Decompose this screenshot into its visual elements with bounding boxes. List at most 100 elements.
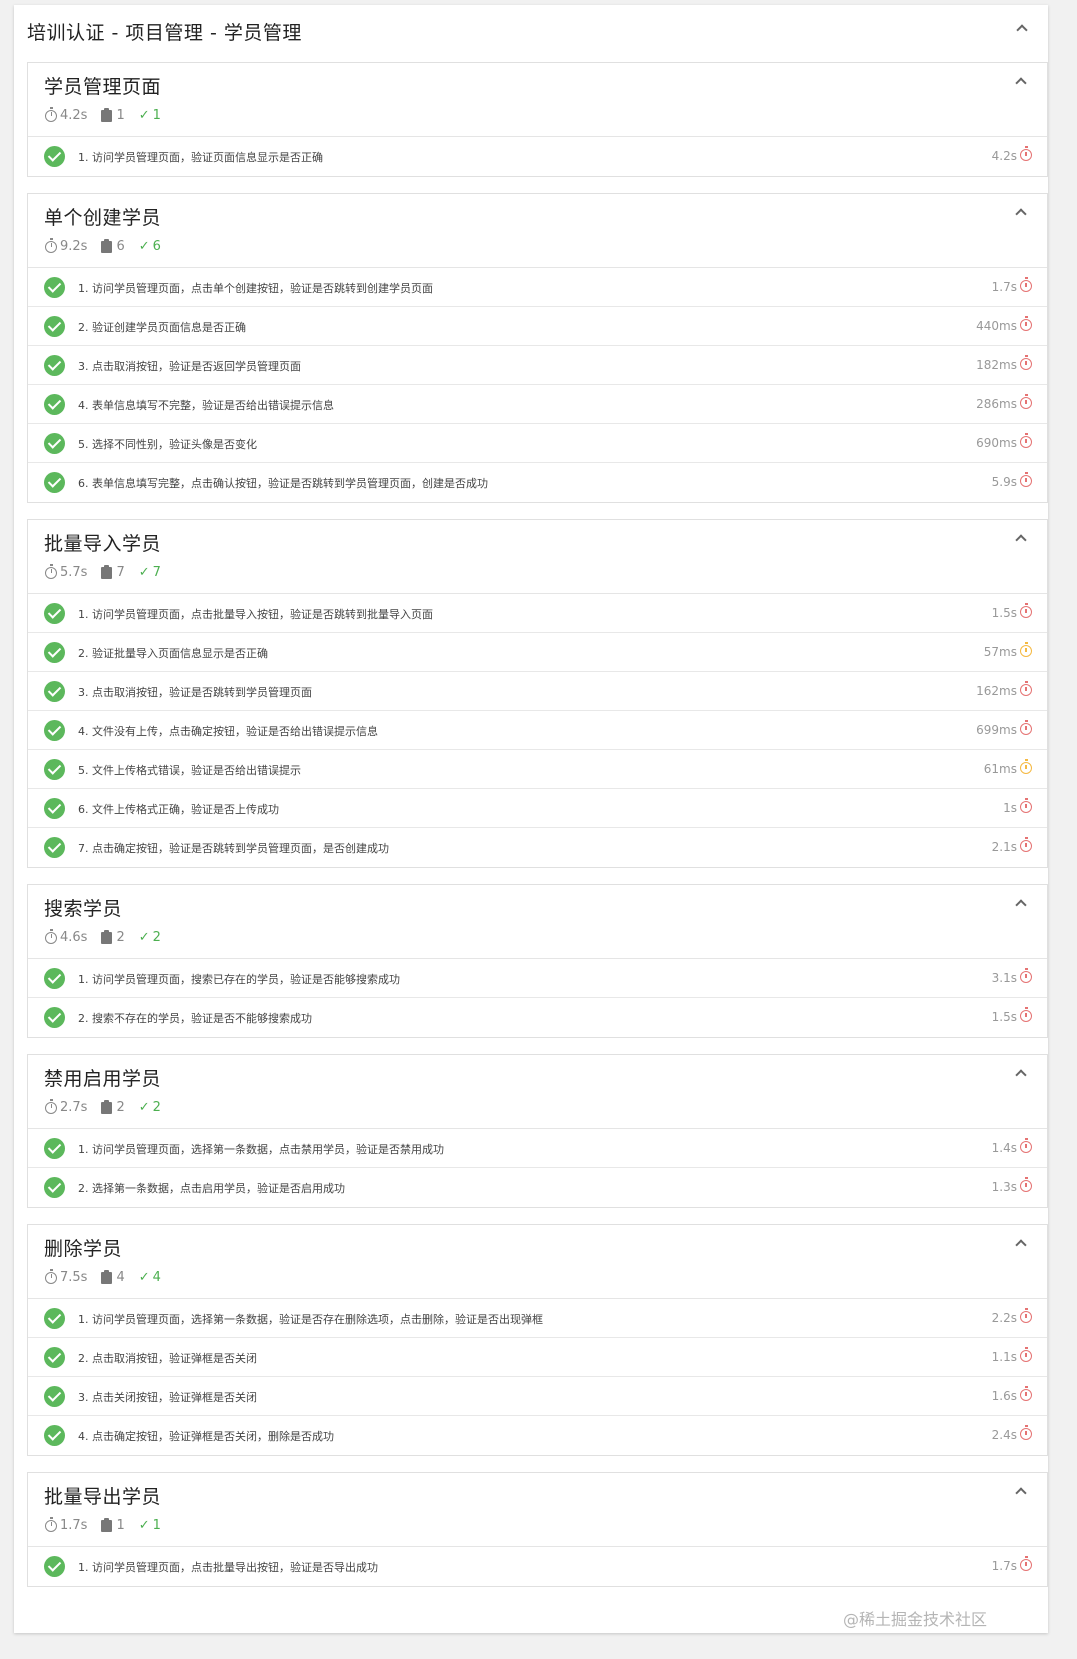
clipboard-icon <box>101 564 113 579</box>
suite-total: 2 <box>101 1099 125 1115</box>
test-duration: 690ms <box>976 436 1017 450</box>
clipboard-icon <box>101 107 113 122</box>
test-name: 7. 点击确定按钮，验证是否跳转到学员管理页面，是否创建成功 <box>78 842 389 855</box>
test-duration: 1.7s <box>991 1559 1017 1573</box>
stopwatch-icon <box>45 1516 57 1532</box>
test-row[interactable]: 4. 表单信息填写不完整，验证是否给出错误提示信息 286ms <box>28 385 1047 424</box>
test-row[interactable]: 1. 访问学员管理页面，选择第一条数据，验证是否存在删除选项，点击删除，验证是否… <box>28 1299 1047 1338</box>
test-row[interactable]: 1. 访问学员管理页面，点击批量导入按钮，验证是否跳转到批量导入页面 1.5s <box>28 594 1047 633</box>
test-row[interactable]: 1. 访问学员管理页面，点击批量导出按钮，验证是否导出成功 1.7s <box>28 1547 1047 1586</box>
suite-passed-value: 2 <box>152 930 161 945</box>
suite-meta: 1.7s 1 ✓ 1 <box>45 1516 175 1533</box>
clipboard-icon <box>101 1099 113 1114</box>
test-row[interactable]: 1. 访问学员管理页面，点击单个创建按钮，验证是否跳转到创建学员页面 1.7s <box>28 268 1047 307</box>
test-row[interactable]: 1. 访问学员管理页面，选择第一条数据，点击禁用学员，验证是否禁用成功 1.4s <box>28 1129 1047 1168</box>
chevron-up-icon[interactable] <box>1015 1487 1027 1499</box>
suite-duration-value: 2.7s <box>60 1100 88 1115</box>
test-duration: 182ms <box>976 358 1017 372</box>
test-duration: 57ms <box>983 645 1017 659</box>
suite-duration: 4.6s <box>45 928 87 945</box>
test-row[interactable]: 2. 搜索不存在的学员，验证是否不能够搜索成功 1.5s <box>28 998 1047 1037</box>
test-row[interactable]: 3. 点击取消按钮，验证是否返回学员管理页面 182ms <box>28 346 1047 385</box>
pass-check-icon <box>44 1007 65 1028</box>
timer-icon <box>1020 277 1032 292</box>
pass-check-icon <box>44 316 65 337</box>
suite-total-value: 2 <box>116 1100 125 1115</box>
suite-title: 单个创建学员 <box>44 207 162 229</box>
test-row[interactable]: 5. 选择不同性别，验证头像是否变化 690ms <box>28 424 1047 463</box>
timer-icon <box>1020 1425 1032 1440</box>
test-name: 5. 文件上传格式错误，验证是否给出错误提示 <box>78 764 301 777</box>
pass-check-icon <box>44 1386 65 1407</box>
stopwatch-icon <box>45 106 57 122</box>
suite-header[interactable]: 学员管理页面 4.2s 1 ✓ 1 <box>28 63 1047 137</box>
clipboard-icon <box>101 238 113 253</box>
test-row[interactable]: 3. 点击取消按钮，验证是否跳转到学员管理页面 162ms <box>28 672 1047 711</box>
suite-duration-value: 4.2s <box>60 108 88 123</box>
pass-check-icon <box>44 472 65 493</box>
timer-icon <box>1020 642 1032 657</box>
pass-check-icon <box>44 277 65 298</box>
test-row[interactable]: 4. 文件没有上传，点击确定按钮，验证是否给出错误提示信息 699ms <box>28 711 1047 750</box>
suite-header[interactable]: 搜索学员 4.6s 2 ✓ 2 <box>28 885 1047 959</box>
chevron-up-icon[interactable] <box>1015 534 1027 546</box>
timer-icon <box>1020 1308 1032 1323</box>
test-row[interactable]: 2. 验证批量导入页面信息显示是否正确 57ms <box>28 633 1047 672</box>
test-row[interactable]: 4. 点击确定按钮，验证弹框是否关闭，删除是否成功 2.4s <box>28 1416 1047 1455</box>
timer-icon <box>1020 1007 1032 1022</box>
suite-total-value: 2 <box>116 930 125 945</box>
suite-header[interactable]: 禁用启用学员 2.7s 2 ✓ 2 <box>28 1055 1047 1129</box>
suite-header[interactable]: 批量导出学员 1.7s 1 ✓ 1 <box>28 1473 1047 1547</box>
test-row[interactable]: 2. 选择第一条数据，点击启用学员，验证是否启用成功 1.3s <box>28 1168 1047 1207</box>
test-duration: 1s <box>1003 801 1017 815</box>
suite-total-value: 4 <box>116 1270 125 1285</box>
test-name: 1. 访问学员管理页面，选择第一条数据，点击禁用学员，验证是否禁用成功 <box>78 1143 444 1156</box>
test-row[interactable]: 1. 访问学员管理页面，验证页面信息显示是否正确 4.2s <box>28 137 1047 176</box>
test-row[interactable]: 1. 访问学员管理页面，搜索已存在的学员，验证是否能够搜索成功 3.1s <box>28 959 1047 998</box>
suite-passed-value: 4 <box>152 1270 161 1285</box>
test-row[interactable]: 5. 文件上传格式错误，验证是否给出错误提示 61ms <box>28 750 1047 789</box>
suite-meta: 5.7s 7 ✓ 7 <box>45 563 175 580</box>
pass-check-icon <box>44 968 65 989</box>
suite-total: 1 <box>101 1517 125 1533</box>
suite-meta: 9.2s 6 ✓ 6 <box>45 237 175 254</box>
chevron-up-icon[interactable] <box>1015 208 1027 220</box>
suite-meta: 4.2s 1 ✓ 1 <box>45 106 175 123</box>
pass-check-icon <box>44 1177 65 1198</box>
test-row[interactable]: 6. 文件上传格式正确，验证是否上传成功 1s <box>28 789 1047 828</box>
test-duration: 4.2s <box>991 149 1017 163</box>
report-header[interactable]: 培训认证 - 项目管理 - 学员管理 <box>14 5 1048 57</box>
pass-check-icon <box>44 681 65 702</box>
suite: 禁用启用学员 2.7s 2 ✓ 2 1. 访问学员管理页面，选择第一条数据，点击禁用学员，… <box>27 1054 1048 1208</box>
check-icon: ✓ <box>138 1100 150 1115</box>
pass-check-icon <box>44 1425 65 1446</box>
test-row[interactable]: 6. 表单信息填写完整，点击确认按钮，验证是否跳转到学员管理页面，创建是否成功 5… <box>28 463 1047 502</box>
chevron-up-icon[interactable] <box>1015 899 1027 911</box>
test-name: 5. 选择不同性别，验证头像是否变化 <box>78 438 257 451</box>
pass-check-icon <box>44 720 65 741</box>
test-name: 1. 访问学员管理页面，搜索已存在的学员，验证是否能够搜索成功 <box>78 973 400 986</box>
chevron-up-icon[interactable] <box>1016 24 1028 36</box>
suite-total: 6 <box>101 238 125 254</box>
suite-title: 搜索学员 <box>44 898 123 920</box>
test-row[interactable]: 2. 验证创建学员页面信息是否正确 440ms <box>28 307 1047 346</box>
test-name: 1. 访问学员管理页面，点击批量导出按钮，验证是否导出成功 <box>78 1561 378 1574</box>
chevron-up-icon[interactable] <box>1015 77 1027 89</box>
test-duration: 1.5s <box>991 1010 1017 1024</box>
test-duration: 1.7s <box>991 280 1017 294</box>
chevron-up-icon[interactable] <box>1015 1239 1027 1251</box>
test-row[interactable]: 2. 点击取消按钮，验证弹框是否关闭 1.1s <box>28 1338 1047 1377</box>
chevron-up-icon[interactable] <box>1015 1069 1027 1081</box>
test-row[interactable]: 7. 点击确定按钮，验证是否跳转到学员管理页面，是否创建成功 2.1s <box>28 828 1047 867</box>
suite-header[interactable]: 单个创建学员 9.2s 6 ✓ 6 <box>28 194 1047 268</box>
test-name: 4. 点击确定按钮，验证弹框是否关闭，删除是否成功 <box>78 1430 334 1443</box>
timer-icon <box>1020 433 1032 448</box>
test-row[interactable]: 3. 点击关闭按钮，验证弹框是否关闭 1.6s <box>28 1377 1047 1416</box>
suite-duration-value: 5.7s <box>60 565 88 580</box>
suite-header[interactable]: 批量导入学员 5.7s 7 ✓ 7 <box>28 520 1047 594</box>
test-duration: 5.9s <box>991 475 1017 489</box>
suite-header[interactable]: 删除学员 7.5s 4 ✓ 4 <box>28 1225 1047 1299</box>
timer-icon <box>1020 316 1032 331</box>
test-name: 6. 文件上传格式正确，验证是否上传成功 <box>78 803 279 816</box>
test-name: 2. 点击取消按钮，验证弹框是否关闭 <box>78 1352 257 1365</box>
